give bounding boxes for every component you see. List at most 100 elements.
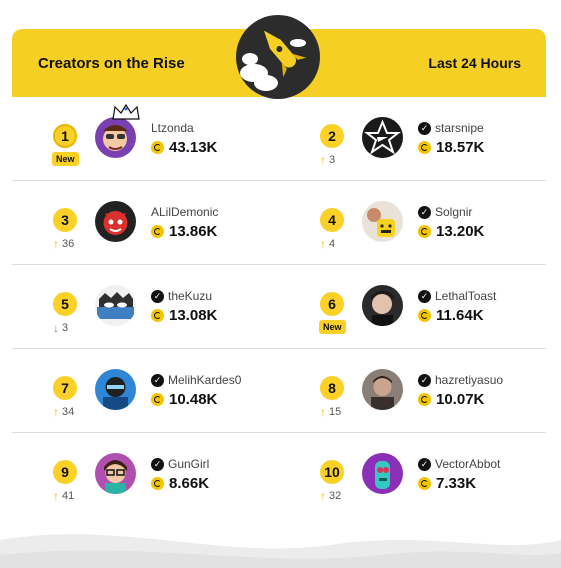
leaderboard-row: 1 New Ltzonda 43.13K 2 ↑ 3 ✓ starsnipe 18.57K (12, 97, 546, 181)
creator-name[interactable]: VectorAbbot (435, 457, 500, 471)
coins-line: 8.66K (151, 475, 209, 492)
creator-name[interactable]: LethalToast (435, 289, 496, 303)
coin-amount: 13.20K (436, 223, 485, 240)
creator-name[interactable]: ALilDemonic (151, 205, 218, 219)
creator-name[interactable]: starsnipe (435, 121, 484, 135)
coin-icon (151, 477, 164, 490)
rank-movement: ↑ 3 (320, 153, 360, 167)
movement-value: 15 (329, 406, 342, 418)
creator-entry[interactable]: 4 ↑ 4 ✓ Solgnir 13.20K (279, 181, 539, 265)
leaderboard-rows: 1 New Ltzonda 43.13K 2 ↑ 3 ✓ starsnipe 18.57K 3 ↑ 36… (12, 97, 546, 517)
verified-check-icon: ✓ (418, 205, 431, 219)
creator-name-line: ✓ Solgnir (418, 205, 472, 219)
creator-entry[interactable]: 7 ↑ 34 ✓ MelihKardes0 10.48K (12, 349, 272, 433)
rank-movement: ↑ 36 (53, 237, 93, 251)
creator-name[interactable]: Ltzonda (151, 121, 194, 135)
rank-badge: 8 (320, 376, 344, 400)
creator-name-line: ✓ MelihKardes0 (151, 373, 241, 387)
cartoon-avatar-with-crown[interactable] (95, 117, 136, 158)
creator-name[interactable]: Solgnir (435, 205, 472, 219)
masked-character-avatar[interactable] (95, 285, 136, 326)
glasses-girl-avatar[interactable] (95, 453, 136, 494)
purple-character-avatar[interactable] (362, 453, 403, 494)
rank-movement: ↓ 3 (53, 321, 93, 335)
coin-amount: 10.48K (169, 391, 218, 408)
coins-line: 13.86K (151, 223, 217, 240)
coin-amount: 43.13K (169, 139, 218, 156)
yellow-lego-avatar[interactable] (362, 201, 403, 242)
coins-line: 13.20K (418, 223, 484, 240)
movement-value: 32 (329, 490, 342, 502)
arrow-up-icon: ↑ (53, 489, 59, 503)
creator-name[interactable]: GunGirl (168, 457, 209, 471)
creator-entry[interactable]: 3 ↑ 36 ALilDemonic 13.86K (12, 181, 272, 265)
arrow-up-icon: ↑ (53, 405, 59, 419)
creator-entry[interactable]: 6 New ✓ LethalToast 11.64K (279, 265, 539, 349)
blue-character-avatar[interactable] (95, 369, 136, 410)
dark-portrait-avatar[interactable] (362, 369, 403, 410)
coins-line: 10.07K (418, 391, 484, 408)
coin-icon (418, 477, 431, 490)
arrow-up-icon: ↑ (320, 237, 326, 251)
person-photo-avatar[interactable] (362, 285, 403, 326)
verified-check-icon: ✓ (418, 289, 431, 303)
rank-badge: 6 (320, 292, 344, 316)
coin-amount: 7.33K (436, 475, 477, 492)
rank-badge: 7 (53, 376, 77, 400)
creator-name-line: ✓ starsnipe (418, 121, 484, 135)
verified-check-icon: ✓ (418, 121, 431, 135)
creator-name-line: ✓ VectorAbbot (418, 457, 500, 471)
coin-icon (418, 393, 431, 406)
rank-badge: 10 (320, 460, 344, 484)
movement-value: 36 (62, 238, 75, 250)
rank-badge: 5 (53, 292, 77, 316)
movement-value: 41 (62, 490, 75, 502)
creator-entry[interactable]: 5 ↓ 3 ✓ theKuzu 13.08K (12, 265, 272, 349)
rank-movement: ↑ 34 (53, 405, 93, 419)
rank-badge: 3 (53, 208, 77, 232)
rank-badge: 9 (53, 460, 77, 484)
creator-entry[interactable]: 9 ↑ 41 ✓ GunGirl 8.66K (12, 433, 272, 517)
arrow-up-icon: ↑ (320, 489, 326, 503)
movement-value: 4 (329, 238, 336, 250)
rank-movement: ↑ 4 (320, 237, 360, 251)
red-demon-avatar[interactable] (95, 201, 136, 242)
new-tag: New (319, 320, 346, 334)
coins-line: 11.64K (418, 307, 484, 324)
time-range-label: Last 24 Hours (428, 55, 521, 71)
arrow-down-icon: ↓ (53, 321, 59, 335)
creator-entry[interactable]: 8 ↑ 15 ✓ hazretiyasuo 10.07K (279, 349, 539, 433)
coins-line: 43.13K (151, 139, 217, 156)
coin-icon (418, 309, 431, 322)
verified-check-icon: ✓ (418, 373, 431, 387)
leaderboard-row: 5 ↓ 3 ✓ theKuzu 13.08K 6 New ✓ LethalToast 11.64K (12, 265, 546, 349)
arrow-up-icon: ↑ (320, 405, 326, 419)
creator-entry[interactable]: 10 ↑ 32 ✓ VectorAbbot 7.33K (279, 433, 539, 517)
creator-name-line: ✓ theKuzu (151, 289, 212, 303)
coins-line: 18.57K (418, 139, 484, 156)
movement-value: 34 (62, 406, 75, 418)
creator-entry[interactable]: 2 ↑ 3 ✓ starsnipe 18.57K (279, 97, 539, 181)
movement-value: 3 (62, 322, 69, 334)
coin-amount: 8.66K (169, 475, 210, 492)
rank-badge: 4 (320, 208, 344, 232)
coin-amount: 11.64K (436, 307, 484, 324)
coin-icon (418, 225, 431, 238)
creator-name[interactable]: MelihKardes0 (168, 373, 241, 387)
creator-name-line: ✓ LethalToast (418, 289, 496, 303)
rank-badge: 1 (53, 124, 77, 148)
coin-icon (151, 225, 164, 238)
coin-icon (151, 141, 164, 154)
creator-name[interactable]: hazretiyasuo (435, 373, 503, 387)
coins-line: 10.48K (151, 391, 217, 408)
rank-badge: 2 (320, 124, 344, 148)
rank-movement: ↑ 32 (320, 489, 360, 503)
creator-entry[interactable]: 1 New Ltzonda 43.13K (12, 97, 272, 181)
coin-icon (418, 141, 431, 154)
star-logo-avatar[interactable] (362, 117, 403, 158)
coin-icon (151, 309, 164, 322)
leaderboard-row: 7 ↑ 34 ✓ MelihKardes0 10.48K 8 ↑ 15 ✓ hazretiyasuo… (12, 349, 546, 433)
coin-amount: 18.57K (436, 139, 485, 156)
verified-check-icon: ✓ (151, 373, 164, 387)
creator-name[interactable]: theKuzu (168, 289, 212, 303)
